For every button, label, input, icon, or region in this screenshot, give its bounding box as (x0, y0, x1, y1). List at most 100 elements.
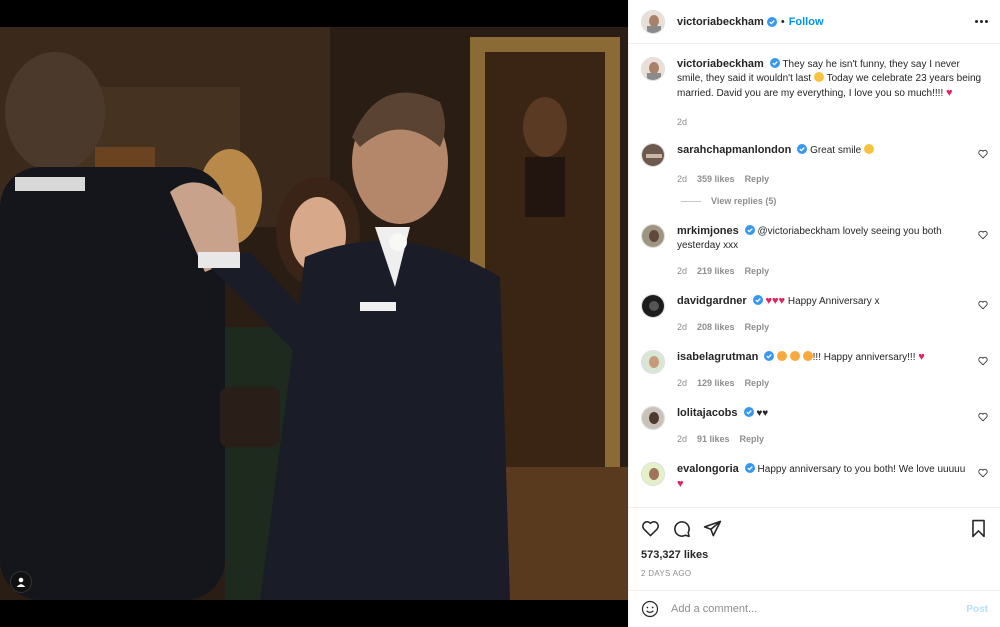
caption-avatar[interactable] (641, 57, 665, 81)
avatar-image (642, 58, 664, 80)
like-comment-heart-icon[interactable] (978, 300, 988, 310)
post-actions: 573,327 likes 2 DAYS AGO (629, 507, 1000, 578)
emoji-smiley-icon[interactable] (641, 600, 659, 618)
comment-likes[interactable]: 219 likes (697, 264, 735, 278)
add-comment-bar: Post (629, 590, 1000, 627)
heart-eyes-emoji-icon (777, 351, 788, 361)
comment-body: sarahchapmanlondon Great smile 2d 359 lik… (677, 143, 988, 186)
like-comment-heart-icon[interactable] (978, 356, 988, 366)
comments-list[interactable]: victoriabeckham They say he isn't funny,… (629, 45, 1000, 506)
commenter-avatar[interactable] (641, 350, 665, 374)
comment-body: davidgardner ♥♥♥ Happy Anniversary x 2d 2… (677, 294, 988, 334)
reply-button[interactable]: Reply (745, 376, 770, 390)
comment-body: lolitajacobs ♥♥ 2d 91 likes Reply (677, 406, 988, 446)
post-photo[interactable] (0, 27, 628, 600)
comment-username[interactable]: lolitajacobs (677, 407, 738, 419)
separator-dot: • (780, 15, 785, 28)
avatar-image (642, 351, 664, 373)
verified-badge-icon (744, 225, 755, 235)
verified-badge-icon (769, 58, 780, 68)
save-bookmark-icon[interactable] (969, 519, 988, 538)
comment-likes[interactable]: 91 likes (697, 432, 730, 446)
laughing-emoji-icon (813, 72, 824, 82)
post-header: victoriabeckham • Follow (629, 0, 1000, 44)
comment-username[interactable]: sarahchapmanlondon (677, 144, 791, 156)
caption-username[interactable]: victoriabeckham (677, 58, 764, 70)
view-replies-label: View replies (5) (711, 196, 777, 206)
reply-button[interactable]: Reply (745, 320, 770, 334)
post-comment-button[interactable]: Post (966, 604, 988, 615)
tagged-users-button[interactable] (10, 571, 32, 593)
verified-badge-icon (744, 463, 755, 473)
view-replies-button[interactable]: View replies (5) (681, 196, 988, 206)
comment-body: isabelagrutman !!! Happy anniversary!!! … (677, 350, 988, 390)
comment-age: 2d (677, 434, 688, 444)
comment-text: !!! Happy anniversary!!! (812, 352, 919, 363)
author-avatar[interactable] (641, 9, 665, 34)
verified-badge-icon (764, 351, 775, 361)
commenter-avatar[interactable] (641, 406, 665, 430)
person-icon (16, 577, 26, 587)
like-comment-heart-icon[interactable] (978, 412, 988, 422)
like-heart-icon[interactable] (641, 519, 660, 538)
avatar-image (642, 295, 664, 317)
red-heart-emoji-icon: ♥ (946, 87, 953, 99)
follow-button[interactable]: Follow (789, 16, 824, 28)
reply-button[interactable]: Reply (745, 264, 770, 278)
comment-item: sarahchapmanlondon Great smile 2d 359 lik… (641, 143, 988, 186)
reply-button[interactable]: Reply (740, 432, 765, 446)
comment-username[interactable]: davidgardner (677, 295, 747, 307)
comment-likes[interactable]: 208 likes (697, 320, 735, 334)
share-paper-plane-icon[interactable] (703, 519, 722, 538)
caption: victoriabeckham They say he isn't funny,… (641, 57, 988, 129)
comment-input[interactable] (671, 603, 967, 615)
comment-item: isabelagrutman !!! Happy anniversary!!! … (641, 350, 988, 390)
commenter-avatar[interactable] (641, 294, 665, 318)
like-count[interactable]: 573,327 likes (641, 549, 988, 561)
comment-age: 2d (677, 322, 688, 332)
author-username[interactable]: victoriabeckham (677, 16, 764, 28)
comment-text: Happy anniversary to you both! We love u… (757, 464, 966, 475)
comment-body: evalongoria Happy anniversary to you bot… (677, 462, 988, 492)
caption-body: victoriabeckham They say he isn't funny,… (677, 57, 988, 129)
comment-username[interactable]: mrkimjones (677, 225, 739, 237)
avatar-image (642, 225, 664, 247)
caption-age: 2d (677, 117, 688, 127)
comment-text: Happy Anniversary x (785, 296, 880, 307)
comment-text: Great smile (810, 145, 864, 156)
post-date: 2 DAYS AGO (641, 569, 692, 578)
comment-username[interactable]: evalongoria (677, 463, 739, 475)
commenter-avatar[interactable] (641, 462, 665, 486)
photo-illustration (0, 27, 628, 600)
avatar-image (642, 463, 664, 485)
comment-body: mrkimjones @victoriabeckham lovely seein… (677, 224, 988, 278)
grinning-emoji-icon (863, 144, 874, 154)
comment-item: mrkimjones @victoriabeckham lovely seein… (641, 224, 988, 278)
comment-likes[interactable]: 359 likes (697, 172, 735, 186)
like-comment-heart-icon[interactable] (978, 230, 988, 240)
comment-username[interactable]: isabelagrutman (677, 351, 758, 363)
avatar-image (642, 407, 664, 429)
post-side-panel: victoriabeckham • Follow victoriabeckham… (628, 0, 1000, 627)
like-comment-heart-icon[interactable] (978, 468, 988, 478)
verified-badge-icon (743, 407, 754, 417)
heart-eyes-emoji-icon (802, 351, 813, 361)
comment-text: ♥♥ (756, 408, 769, 419)
reply-button[interactable]: Reply (745, 172, 770, 186)
red-heart-emoji-icon: ♥ (677, 478, 684, 490)
comment-likes[interactable]: 129 likes (697, 376, 735, 390)
commenter-avatar[interactable] (641, 143, 665, 167)
comment-age: 2d (677, 174, 688, 184)
avatar-image (642, 10, 664, 33)
verified-badge-icon (797, 144, 808, 154)
verified-badge-icon (752, 295, 763, 305)
like-comment-heart-icon[interactable] (978, 149, 988, 159)
comment-item: davidgardner ♥♥♥ Happy Anniversary x 2d 2… (641, 294, 988, 334)
more-options-icon[interactable] (975, 20, 988, 23)
comment-bubble-icon[interactable] (672, 519, 691, 538)
red-heart-emoji-icon: ♥♥♥ (765, 295, 786, 307)
action-icons (641, 516, 988, 540)
comment-age: 2d (677, 378, 688, 388)
commenter-avatar[interactable] (641, 224, 665, 248)
comment-age: 2d (677, 266, 688, 276)
